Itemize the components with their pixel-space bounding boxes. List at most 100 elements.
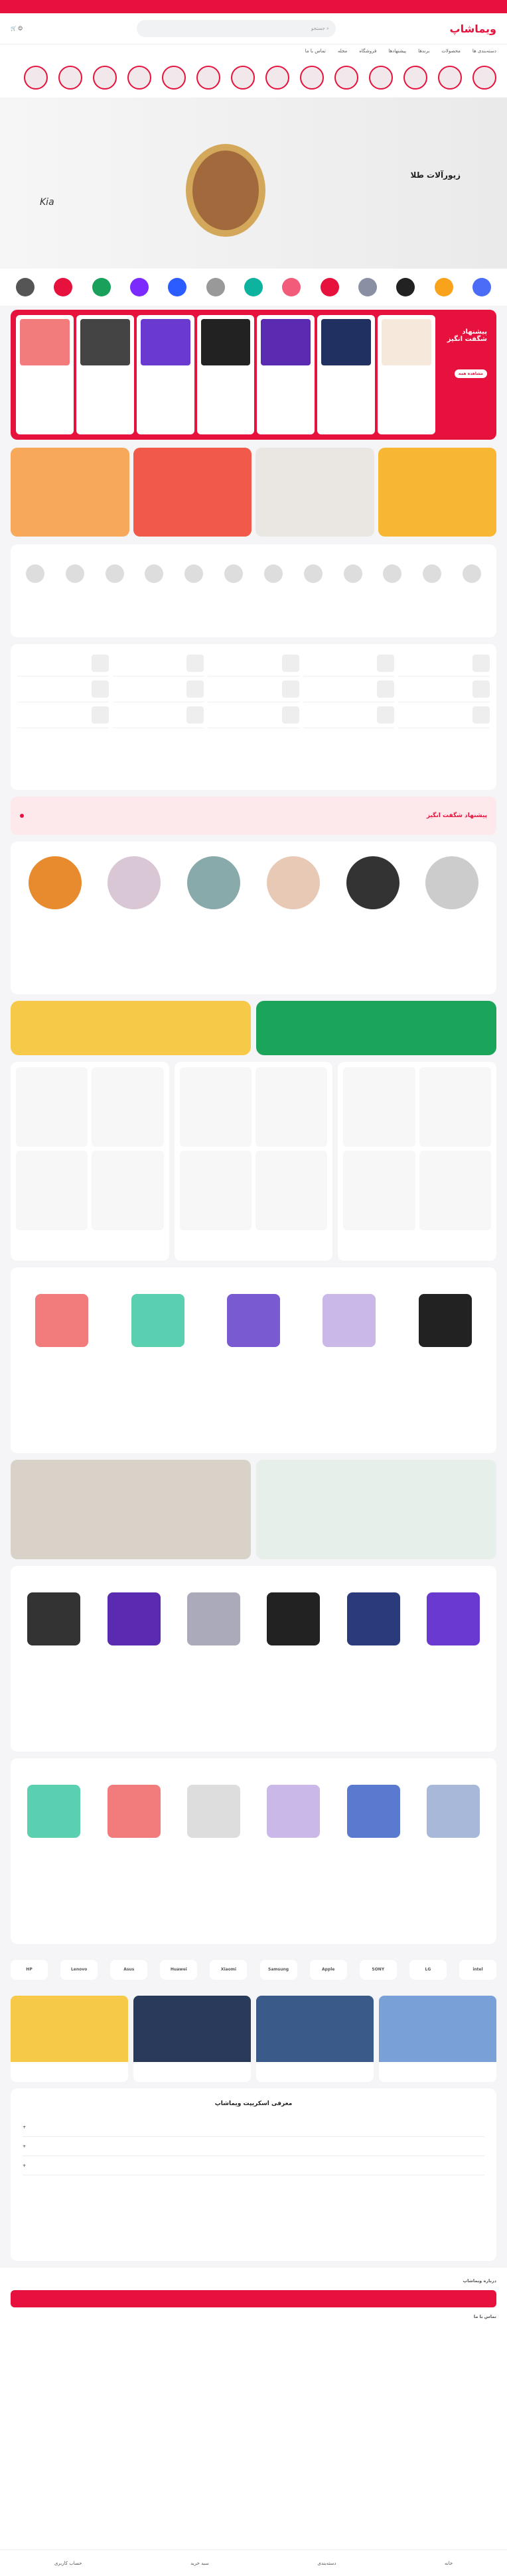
- category-item[interactable]: [219, 564, 248, 583]
- product-card[interactable]: [175, 1584, 252, 1737]
- brand-logo[interactable]: Apple: [309, 1960, 347, 1980]
- list-item[interactable]: [303, 651, 395, 676]
- product-card[interactable]: [111, 1286, 204, 1439]
- category-item[interactable]: [125, 278, 154, 296]
- blog-card[interactable]: [11, 1996, 128, 2082]
- story[interactable]: [471, 66, 496, 90]
- product-card[interactable]: [419, 1151, 491, 1230]
- category-item[interactable]: [338, 564, 368, 583]
- product-card[interactable]: [255, 1777, 332, 1929]
- category-item[interactable]: [100, 564, 129, 583]
- product-card[interactable]: [179, 1151, 252, 1230]
- product-card[interactable]: [335, 1777, 411, 1929]
- list-item[interactable]: [398, 651, 490, 676]
- product-card[interactable]: [419, 1067, 491, 1147]
- category-item[interactable]: [201, 278, 230, 296]
- amazing-ribbon[interactable]: پیشنهاد شگفت انگیز: [11, 797, 496, 835]
- search-input[interactable]: ⌕ جستجو: [136, 20, 336, 37]
- category-item[interactable]: [259, 564, 288, 583]
- product-card[interactable]: [334, 848, 411, 961]
- category-item[interactable]: [60, 564, 90, 583]
- product-card[interactable]: [255, 1584, 332, 1737]
- promo-banner[interactable]: [133, 448, 252, 537]
- category-item[interactable]: [299, 564, 328, 583]
- product-card[interactable]: [179, 1067, 252, 1147]
- product-card[interactable]: [343, 1151, 415, 1230]
- cart-icon[interactable]: 🛒: [11, 26, 17, 31]
- promo-banner[interactable]: [11, 448, 129, 537]
- product-card[interactable]: [196, 315, 255, 434]
- category-item[interactable]: [315, 278, 344, 296]
- product-card[interactable]: [176, 848, 252, 961]
- product-card[interactable]: [255, 1067, 328, 1147]
- category-item[interactable]: [179, 564, 208, 583]
- product-card[interactable]: [15, 1067, 88, 1147]
- list-item[interactable]: [17, 702, 109, 728]
- category-item[interactable]: [417, 564, 447, 583]
- faq-item[interactable]: +: [23, 2137, 484, 2156]
- bottom-nav-item[interactable]: دسته‌بندی: [317, 2561, 336, 2566]
- user-icon[interactable]: ☺: [18, 26, 23, 31]
- nav-item[interactable]: تماس با ما: [305, 48, 326, 54]
- list-item[interactable]: [303, 702, 395, 728]
- product-card[interactable]: [16, 1777, 92, 1929]
- product-card[interactable]: [257, 315, 315, 434]
- list-item[interactable]: [112, 651, 204, 676]
- story[interactable]: [161, 66, 186, 90]
- product-card[interactable]: [16, 1584, 92, 1737]
- blog-card[interactable]: [133, 1996, 251, 2082]
- story[interactable]: [264, 66, 289, 90]
- product-card[interactable]: [96, 1584, 172, 1737]
- story[interactable]: [126, 66, 151, 90]
- list-item[interactable]: [112, 702, 204, 728]
- list-item[interactable]: [112, 676, 204, 702]
- product-card[interactable]: [96, 1777, 172, 1929]
- nav-item[interactable]: دسته‌بندی ها: [472, 48, 496, 54]
- promo-banner[interactable]: [255, 448, 374, 537]
- bottom-nav-item[interactable]: سبد خرید: [190, 2561, 209, 2566]
- story[interactable]: [23, 66, 48, 90]
- product-card[interactable]: [92, 1067, 164, 1147]
- category-item[interactable]: [163, 278, 192, 296]
- product-card[interactable]: [415, 1777, 491, 1929]
- nav-item[interactable]: فروشگاه: [359, 48, 376, 54]
- promo-banner[interactable]: [378, 448, 496, 537]
- brand-logo[interactable]: LG: [409, 1960, 447, 1980]
- brand-logo[interactable]: SONY: [359, 1960, 397, 1980]
- brand-logo[interactable]: HP: [11, 1960, 48, 1980]
- product-card[interactable]: [15, 1151, 88, 1230]
- blog-card[interactable]: [256, 1996, 374, 2082]
- product-card[interactable]: [15, 315, 74, 434]
- product-card[interactable]: [92, 1151, 164, 1230]
- category-item[interactable]: [239, 278, 268, 296]
- hero-banner[interactable]: زیورآلات طلا Kia: [0, 97, 507, 269]
- product-card[interactable]: [96, 848, 173, 961]
- story[interactable]: [333, 66, 358, 90]
- brand-logo[interactable]: Xiaomi: [210, 1960, 248, 1980]
- category-item[interactable]: [11, 278, 40, 296]
- list-item[interactable]: [398, 702, 490, 728]
- product-card[interactable]: [415, 1584, 491, 1737]
- clothes-banner[interactable]: [11, 1460, 251, 1559]
- product-card[interactable]: [335, 1584, 411, 1737]
- brand-logo[interactable]: intel: [459, 1960, 496, 1980]
- brand-logo[interactable]: Huawei: [160, 1960, 198, 1980]
- product-card[interactable]: [399, 1286, 491, 1439]
- product-card[interactable]: [175, 1777, 252, 1929]
- ac-banner[interactable]: [256, 1460, 496, 1559]
- brand-logo[interactable]: Lenovo: [60, 1960, 98, 1980]
- food-banner[interactable]: [11, 1001, 251, 1055]
- list-item[interactable]: [17, 651, 109, 676]
- footer-banner[interactable]: [11, 2290, 496, 2307]
- story[interactable]: [57, 66, 82, 90]
- blog-card[interactable]: [379, 1996, 496, 2082]
- story[interactable]: [230, 66, 255, 90]
- site-logo[interactable]: ویماشاپ: [449, 23, 496, 35]
- story[interactable]: [437, 66, 462, 90]
- story[interactable]: [195, 66, 220, 90]
- list-item[interactable]: [208, 651, 299, 676]
- category-item[interactable]: [378, 564, 407, 583]
- story[interactable]: [402, 66, 427, 90]
- list-item[interactable]: [17, 676, 109, 702]
- category-item[interactable]: [391, 278, 420, 296]
